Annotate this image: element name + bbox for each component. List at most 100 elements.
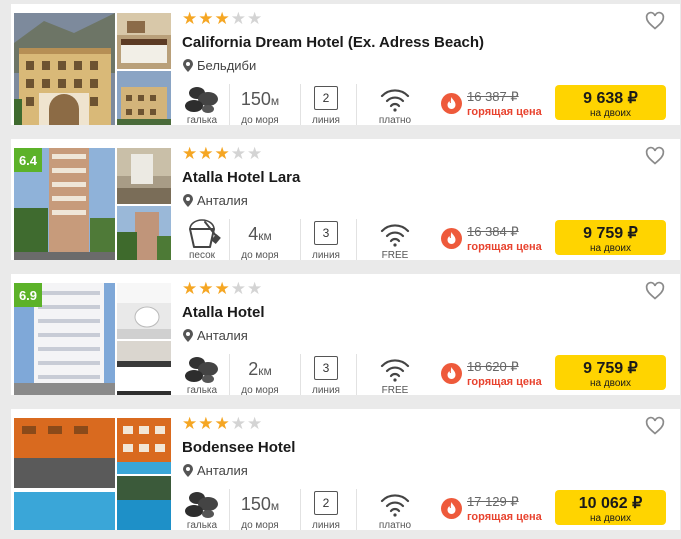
beach-label: галька [186, 520, 218, 530]
heart-outline-icon[interactable] [645, 11, 665, 31]
hotel-card[interactable]: 6.4 ★ ★ ★ ★ ★ Atalla Hotel Lara Анталия [11, 139, 680, 260]
distance-label: до моря [241, 250, 279, 260]
distance-to-sea: 2км до моря [235, 354, 285, 395]
fire-icon [441, 363, 462, 384]
beach-label: галька [186, 385, 218, 395]
beach-line: 2 линия [311, 84, 341, 125]
pebbles-icon [185, 357, 218, 383]
beach-line: 2 линия [311, 489, 341, 530]
sand-bucket-icon [189, 219, 221, 248]
hot-price-label: горящая цена [467, 241, 542, 253]
distance-label: до моря [241, 115, 279, 125]
hotel-location: Бельдиби [183, 58, 256, 73]
heart-outline-icon[interactable] [645, 281, 665, 301]
price-amount: 9 759 ₽ [583, 225, 638, 242]
beach-type: галька [182, 84, 222, 125]
beach-type: галька [182, 354, 222, 395]
star-icon: ★ [182, 144, 198, 163]
price-note: на двоих [589, 108, 632, 119]
hotel-location: Анталия [183, 463, 248, 478]
divider [356, 84, 357, 125]
location-text: Бельдиби [197, 58, 257, 73]
star-icon: ★ [182, 279, 198, 298]
hotel-name[interactable]: California Dream Hotel (Ex. Adress Beach… [182, 34, 484, 51]
wifi-label: FREE [381, 250, 409, 260]
hot-price-label: горящая цена [467, 376, 542, 388]
wifi-label: FREE [381, 385, 409, 395]
star-icon: ★ [214, 144, 230, 163]
hotel-location: Анталия [183, 328, 248, 343]
wifi-info: платно [377, 489, 413, 530]
beach-label: песок [188, 250, 216, 260]
wifi-label: платно [378, 115, 412, 125]
hotel-card[interactable]: 6.9 ★ ★ ★ ★ ★ Atalla Hotel Анталия гальк… [11, 274, 680, 395]
star-icon: ★ [198, 144, 214, 163]
distance-label: до моря [241, 385, 279, 395]
hotel-card[interactable]: ★ ★ ★ ★ ★ Bodensee Hotel Анталия галька … [11, 409, 680, 530]
hotel-photo-room[interactable] [117, 283, 171, 339]
distance-unit: км [258, 364, 272, 378]
divider [356, 354, 357, 395]
hotel-photo-exterior[interactable] [117, 71, 171, 125]
hotel-photo-building[interactable] [117, 418, 171, 474]
price-button[interactable]: 10 062 ₽ на двоих [555, 490, 666, 525]
star-icon: ★ [247, 279, 263, 298]
star-icon: ★ [214, 9, 230, 28]
wifi-icon [380, 359, 410, 382]
old-price: 16 387 ₽ [467, 89, 519, 104]
hotel-photo-room[interactable] [117, 148, 171, 204]
hot-price-label: горящая цена [467, 511, 542, 523]
location-text: Анталия [197, 193, 248, 208]
distance-unit: м [270, 94, 280, 108]
star-icon: ★ [182, 9, 198, 28]
distance-label: до моря [241, 520, 279, 530]
rating-badge: 6.4 [14, 148, 42, 172]
hotel-photo-bedroom[interactable] [117, 341, 171, 395]
line-number: 3 [314, 221, 338, 245]
wifi-icon [380, 494, 410, 517]
rating-badge: 6.9 [14, 283, 42, 307]
star-icon: ★ [230, 9, 246, 28]
fire-icon [441, 228, 462, 249]
price-button[interactable]: 9 759 ₽ на двоих [555, 355, 666, 390]
line-number: 2 [314, 491, 338, 515]
star-icon: ★ [247, 9, 263, 28]
price-button[interactable]: 9 638 ₽ на двоих [555, 85, 666, 120]
line-label: линия [312, 250, 340, 260]
line-label: линия [312, 115, 340, 125]
star-icon: ★ [247, 414, 263, 433]
heart-outline-icon[interactable] [645, 416, 665, 436]
divider [356, 489, 357, 530]
price-button[interactable]: 9 759 ₽ на двоих [555, 220, 666, 255]
price-note: на двоих [589, 243, 632, 254]
hotel-photo-exterior[interactable] [117, 206, 171, 260]
star-rating: ★ ★ ★ ★ ★ [182, 279, 263, 298]
old-price: 18 620 ₽ [467, 359, 519, 374]
hotel-name[interactable]: Bodensee Hotel [182, 439, 295, 456]
star-rating: ★ ★ ★ ★ ★ [182, 9, 263, 28]
distance-value: 150 [240, 494, 271, 514]
heart-outline-icon[interactable] [645, 146, 665, 166]
location-text: Анталия [197, 328, 248, 343]
hotel-photo-main[interactable] [14, 13, 115, 125]
hotel-card[interactable]: ★ ★ ★ ★ ★ California Dream Hotel (Ex. Ad… [11, 4, 680, 125]
beach-type: песок [182, 219, 222, 260]
hotel-photo-room[interactable] [117, 13, 171, 69]
price-amount: 9 759 ₽ [583, 360, 638, 377]
hotel-photo-main[interactable] [14, 418, 115, 530]
star-icon: ★ [214, 414, 230, 433]
line-label: линия [312, 520, 340, 530]
hotel-photo-pool[interactable] [117, 476, 171, 530]
pebbles-icon [185, 492, 218, 518]
star-icon: ★ [198, 414, 214, 433]
star-icon: ★ [230, 279, 246, 298]
star-icon: ★ [230, 414, 246, 433]
star-icon: ★ [182, 414, 198, 433]
hotel-location: Анталия [183, 193, 248, 208]
hotel-name[interactable]: Atalla Hotel Lara [182, 169, 300, 186]
distance-unit: м [270, 499, 280, 513]
hot-price-label: горящая цена [467, 106, 542, 118]
wifi-info: FREE [377, 219, 413, 260]
distance-value: 2 [248, 359, 259, 379]
hotel-name[interactable]: Atalla Hotel [182, 304, 265, 321]
